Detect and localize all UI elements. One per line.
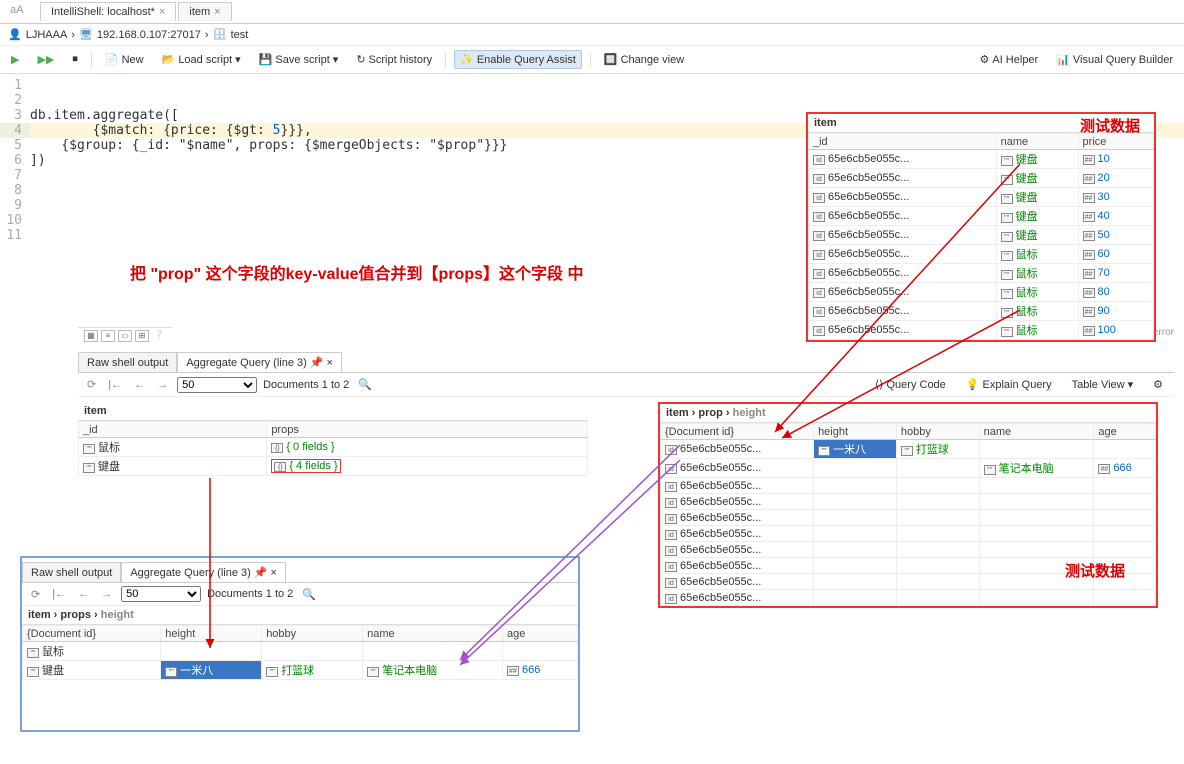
database-icon: 🗄 [213, 28, 227, 41]
prev-page-icon[interactable]: ← [131, 378, 148, 392]
tab-aggregate-query[interactable]: Aggregate Query (line 3) 📌 × [121, 562, 286, 582]
table-view-dropdown[interactable]: Table View ▾ [1067, 376, 1139, 393]
next-page-icon[interactable]: → [98, 587, 115, 601]
script-history-button[interactable]: ↻ Script history [351, 51, 437, 68]
result2-grid[interactable]: {Document id}height hobbyname age ""鼠标""… [22, 625, 578, 680]
load-script-button[interactable]: 📂 Load script ▾ [157, 51, 246, 68]
view-icon[interactable]: ≡ [101, 330, 115, 342]
next-page-icon[interactable]: → [154, 378, 171, 392]
enable-query-assist-button[interactable]: ✨ Enable Query Assist [454, 50, 582, 69]
view-icon[interactable]: ▦ [84, 330, 98, 342]
change-view-button[interactable]: 🔲 Change view [599, 51, 689, 68]
result-breadcrumb: item [78, 402, 588, 421]
ai-helper-button[interactable]: ⚙ AI Helper [974, 51, 1043, 68]
save-script-button[interactable]: 💾 Save script ▾ [254, 51, 344, 68]
result-tabs: Raw shell output Aggregate Query (line 3… [78, 352, 1174, 373]
visual-query-builder-button[interactable]: 📊 Visual Query Builder [1051, 51, 1178, 68]
expanded-result-panel: Raw shell output Aggregate Query (line 3… [20, 556, 580, 732]
search-icon[interactable]: 🔍 [355, 377, 375, 392]
new-button[interactable]: 📄 New [100, 51, 149, 68]
editor-tab-bar: IntelliShell: localhost* × item × [0, 0, 1184, 24]
panel-breadcrumb: item › prop › height [660, 404, 1156, 423]
refresh-icon[interactable]: ⟳ [84, 377, 99, 392]
chevron-right-icon: › [205, 29, 209, 41]
tab-raw-output[interactable]: Raw shell output [22, 562, 121, 582]
close-icon[interactable]: × [214, 6, 220, 18]
doc-range: Documents 1 to 2 [207, 588, 293, 600]
query-code-button[interactable]: ⟨⟩ Query Code [870, 376, 951, 393]
run-button[interactable]: ▶ [6, 51, 24, 68]
user-name: LJHAAA [26, 29, 68, 41]
editor-footer: ▦ ≡ ▭ ⊞ ❔ [78, 327, 172, 344]
run-all-button[interactable]: ▶▶ [32, 51, 59, 68]
annotation-main: 把 "prop" 这个字段的key-value值合并到【props】这个字段 中 [130, 260, 583, 284]
item-grid[interactable]: _idnameprice id65e6cb5e055c...""键盘##10id… [808, 133, 1154, 340]
tab-item[interactable]: item × [178, 2, 231, 21]
gear-icon[interactable]: ⚙ [1148, 376, 1168, 393]
page-size-select[interactable]: 50 [177, 377, 257, 393]
tab-label: item [189, 6, 210, 18]
prev-page-icon[interactable]: ← [75, 587, 92, 601]
view-icon[interactable]: ⊞ [135, 330, 149, 342]
help-icon[interactable]: ❔ [152, 330, 166, 342]
user-icon: 👤 [8, 28, 22, 41]
connection-breadcrumb: 👤 LJHAAA › 🖥 192.168.0.107:27017 › 🗄 tes… [0, 24, 1184, 46]
server-icon: 🖥 [79, 28, 93, 41]
tab-intellishell[interactable]: IntelliShell: localhost* × [40, 2, 176, 21]
annotation-test-data-2: 测试数据 [1065, 560, 1125, 581]
close-icon[interactable]: × [270, 567, 276, 579]
refresh-icon[interactable]: ⟳ [28, 587, 43, 602]
first-page-icon[interactable]: |← [49, 587, 69, 601]
stop-button[interactable]: ⏹ [67, 51, 83, 68]
close-icon[interactable]: × [326, 357, 332, 369]
tab-label: IntelliShell: localhost* [51, 6, 155, 18]
text-size-indicator: aA [10, 4, 23, 16]
page-size-select[interactable]: 50 [121, 586, 201, 602]
editor-toolbar: ▶ ▶▶ ⏹ 📄 New 📂 Load script ▾ 💾 Save scri… [0, 46, 1184, 74]
tab-raw-output[interactable]: Raw shell output [78, 352, 177, 372]
annotation-test-data: 测试数据 [1080, 115, 1140, 136]
view-icon[interactable]: ▭ [118, 330, 132, 342]
item-data-panel: item _idnameprice id65e6cb5e055c...""键盘#… [806, 112, 1156, 342]
explain-query-button[interactable]: 💡 Explain Query [961, 376, 1057, 393]
host-address: 192.168.0.107:27017 [97, 29, 201, 41]
first-page-icon[interactable]: |← [105, 378, 125, 392]
doc-range: Documents 1 to 2 [263, 379, 349, 391]
search-icon[interactable]: 🔍 [299, 587, 319, 602]
database-name: test [231, 29, 249, 41]
chevron-right-icon: › [71, 29, 75, 41]
result-grid[interactable]: _idprops ""鼠标{}{ 0 fields }""键盘{}{ 4 fie… [78, 421, 588, 476]
tab-aggregate-query[interactable]: Aggregate Query (line 3) 📌 × [177, 352, 342, 372]
result-toolbar: ⟳ |← ← → 50 Documents 1 to 2 🔍 ⟨⟩ Query … [78, 373, 1174, 397]
panel-breadcrumb: item › props › height [22, 606, 578, 625]
close-icon[interactable]: × [159, 6, 165, 18]
